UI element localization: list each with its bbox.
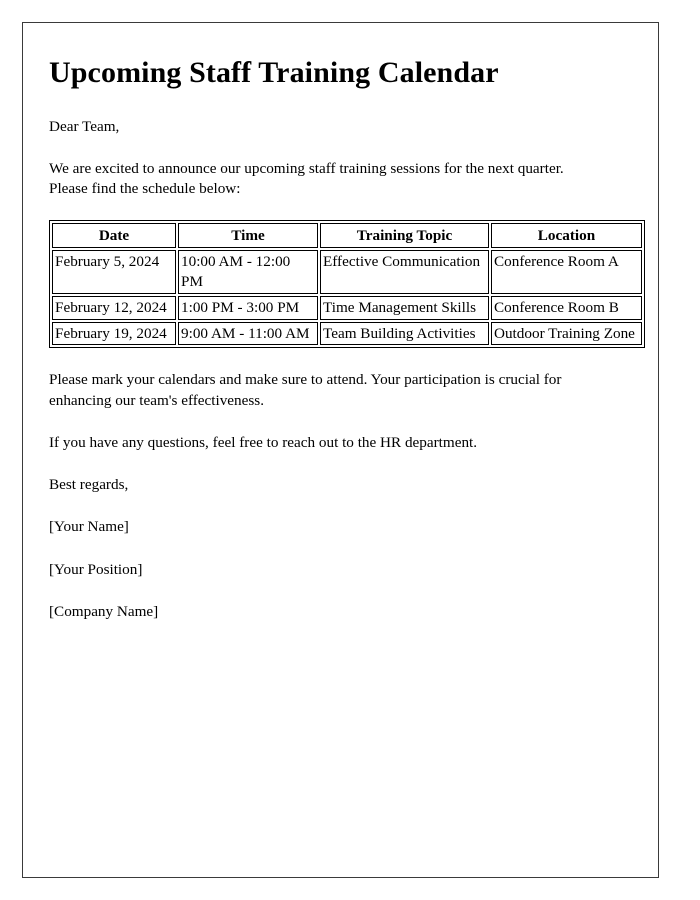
cell-date: February 19, 2024	[52, 321, 176, 346]
column-header-topic: Training Topic	[320, 222, 489, 249]
page-title: Upcoming Staff Training Calendar	[49, 56, 499, 89]
cell-location: Conference Room A	[491, 250, 642, 294]
training-schedule-table: Date Time Training Topic Location Februa…	[49, 219, 645, 349]
column-header-location: Location	[491, 222, 642, 249]
table-row: February 12, 2024 1:00 PM - 3:00 PM Time…	[52, 295, 642, 320]
cell-date: February 5, 2024	[52, 250, 176, 294]
column-header-time: Time	[178, 222, 318, 249]
column-header-date: Date	[52, 222, 176, 249]
cell-location: Outdoor Training Zone	[491, 321, 642, 346]
signature-company: [Company Name]	[49, 602, 159, 620]
sign-off: Best regards,	[49, 476, 129, 494]
greeting-paragraph: Dear Team,	[49, 118, 120, 135]
cell-topic: Team Building Activities	[320, 321, 489, 346]
document-content: Upcoming Staff Training Calendar Dear Te…	[23, 23, 658, 622]
cell-topic: Time Management Skills	[320, 295, 489, 320]
table-row: February 19, 2024 9:00 AM - 11:00 AM Tea…	[52, 321, 642, 346]
cell-time: 10:00 AM - 12:00 PM	[178, 250, 318, 294]
intro-paragraph: We are excited to announce our upcoming …	[49, 160, 564, 198]
table-row: February 5, 2024 10:00 AM - 12:00 PM Eff…	[52, 250, 642, 294]
signature-position: [Your Position]	[49, 560, 143, 578]
cell-date: February 12, 2024	[52, 295, 176, 320]
cell-location: Conference Room B	[491, 295, 642, 320]
cell-time: 9:00 AM - 11:00 AM	[178, 321, 318, 346]
cell-time: 1:00 PM - 3:00 PM	[178, 295, 318, 320]
closing-note-paragraph: Please mark your calendars and make sure…	[49, 371, 562, 409]
table-header-row: Date Time Training Topic Location	[52, 222, 642, 249]
document-page: Upcoming Staff Training Calendar Dear Te…	[22, 22, 659, 878]
signature-name: [Your Name]	[49, 518, 129, 536]
questions-note-paragraph: If you have any questions, feel free to …	[49, 433, 478, 451]
cell-topic: Effective Communication	[320, 250, 489, 294]
